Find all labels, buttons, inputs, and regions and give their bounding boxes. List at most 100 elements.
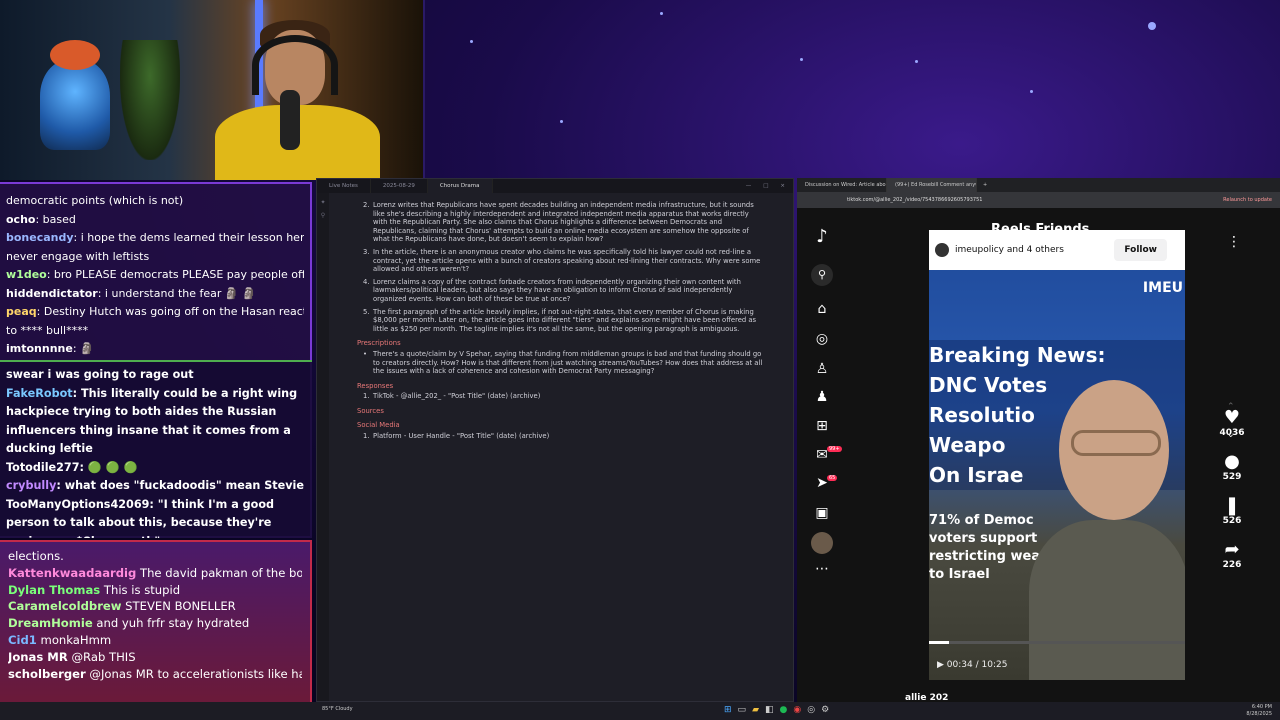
heading-social-media: Social Media: [357, 421, 400, 430]
streamer: [210, 20, 380, 180]
follow-button[interactable]: Follow: [1114, 239, 1167, 261]
system-clock[interactable]: 6:40 PM 8/28/2025: [1246, 704, 1272, 718]
browser-tab[interactable]: Discussion on Wired: Article abo: [797, 178, 887, 192]
tab-date[interactable]: 2025-08-29: [371, 179, 428, 193]
home-icon[interactable]: ⌂: [811, 298, 833, 320]
chat-username: imtonnnne: [6, 342, 73, 355]
note-item: Lorenz claims a copy of the contract for…: [357, 278, 763, 304]
webcam-feed: [0, 0, 425, 180]
chat-message: Totodile277: 🟢 🟢 🟢: [6, 459, 306, 478]
chat-message: hiddendictator: i understand the fear 🗿 …: [6, 285, 304, 304]
chat-text: : i understand the fear 🗿 🗿: [97, 286, 256, 300]
chat-message: to **** bull****: [6, 322, 304, 341]
note-item: There's a quote/claim by V Spehar, sayin…: [357, 350, 763, 376]
brand-logo: IMEU: [1142, 280, 1183, 296]
chat-text: : based: [35, 212, 76, 226]
chat-text: : Destiny Hutch was going off on the Has…: [36, 305, 304, 318]
address-bar[interactable]: tiktok.com/@allie_202_/video/75437866926…: [797, 192, 1280, 208]
tab-live-notes[interactable]: Live Notes: [317, 179, 371, 193]
spotify-icon[interactable]: ●: [780, 705, 788, 715]
link-icon[interactable]: ⚲: [317, 212, 329, 219]
chat-message: peaq: Destiny Hutch was going off on the…: [6, 303, 304, 322]
chat-message: ocho: based: [6, 211, 304, 230]
video-time: 00:34 / 10:25: [946, 660, 1008, 670]
relaunch-button[interactable]: Relaunch to update: [1223, 197, 1272, 203]
friends-icon[interactable]: ♟: [811, 386, 833, 408]
new-tab-icon[interactable]: +: [977, 182, 993, 188]
more-icon[interactable]: ⋯: [811, 558, 833, 580]
social-item: Platform - User Handle - "Post Title" (d…: [357, 432, 763, 441]
chat-text: and yuh frfr stay hydrated: [92, 616, 250, 631]
search-icon[interactable]: ⚲: [811, 264, 833, 286]
weather-widget[interactable]: 85°F Cloudy: [322, 706, 353, 712]
chat-message: Cid1 monkaHmm: [8, 632, 302, 649]
video-header: imeupolicy and 4 others Follow: [929, 230, 1185, 270]
chrome-icon[interactable]: ◉: [793, 705, 801, 715]
note-item: In the article, there is an anonymous cr…: [357, 248, 763, 274]
browser-tab-active[interactable]: (99+) Ed Rosebill Comment anyw: [887, 178, 977, 192]
prev-video-icon[interactable]: ⌃: [1227, 402, 1235, 412]
url-text[interactable]: tiktok.com/@allie_202_/video/75437866926…: [847, 197, 982, 203]
upload-icon[interactable]: ⊞: [811, 415, 833, 437]
share-icon: ➦: [1224, 539, 1240, 560]
taskbar-apps: ⊞ ▭ ▰ ◧ ● ◉ ◎ ⚙: [724, 705, 829, 715]
note-document[interactable]: Lorenz writes that Republicans have spen…: [357, 201, 763, 445]
chat-text: : i hope the dems learned their lesson h…: [73, 231, 304, 244]
profile-avatar[interactable]: [811, 532, 833, 554]
next-video-icon[interactable]: ⌄: [1227, 430, 1235, 440]
tiktok-sidebar: ♪ ⚲ ⌂ ◎ ♙ ♟ ⊞ ✉ 99+ ➤ 65 ▣ ⋯: [797, 208, 847, 702]
tab-chorus-drama[interactable]: Chorus Drama: [427, 179, 493, 193]
share-button[interactable]: ➦ 226: [1217, 539, 1247, 571]
taskbar: 85°F Cloudy ⊞ ▭ ▰ ◧ ● ◉ ◎ ⚙ 6:40 PM 8/28/…: [0, 702, 1280, 720]
taskview-icon[interactable]: ▭: [738, 705, 747, 715]
chat-text: elections.: [8, 549, 64, 563]
following-icon[interactable]: ♙: [811, 358, 833, 380]
chat-message: Caramelcoldbrew STEVEN BONELLER: [8, 598, 302, 615]
tiktok-logo-icon[interactable]: ♪: [811, 226, 833, 248]
minimize-icon[interactable]: —: [746, 183, 752, 189]
video-progress[interactable]: [929, 641, 1185, 644]
chat-text: : 🗿: [72, 342, 94, 355]
chat-username: Jonas MR: [8, 649, 68, 664]
video-person: [1029, 370, 1185, 680]
chat-message: imtonnnne: 🗿: [6, 340, 304, 359]
play-icon[interactable]: ▶: [937, 660, 944, 670]
store-icon[interactable]: ◧: [765, 705, 774, 715]
account-avatar[interactable]: [935, 243, 949, 257]
video-player[interactable]: imeupolicy and 4 others Follow IMEU Brea…: [929, 230, 1185, 680]
maximize-icon[interactable]: □: [763, 183, 768, 189]
explorer-icon[interactable]: ▰: [752, 705, 759, 715]
start-icon[interactable]: ⊞: [724, 705, 732, 715]
save-button[interactable]: ❚ 526: [1217, 495, 1247, 527]
chat-username: bonecandy: [6, 231, 74, 244]
heading-prescriptions: Prescriptions: [357, 339, 401, 348]
chat-panel-bottom: elections. Kattenkwaadaardig The david pa…: [0, 540, 312, 718]
heading-responses: Responses: [357, 381, 394, 390]
chat-message: scholberger @Jonas MR to accelerationist…: [8, 666, 302, 683]
live-icon[interactable]: ▣: [811, 502, 833, 524]
obs-icon[interactable]: ◎: [807, 705, 815, 715]
chat-message: w1deo: bro PLEASE democrats PLEASE pay p…: [6, 266, 304, 285]
chat-username: Caramelcoldbrew: [8, 599, 122, 614]
chat-text: never engage with leftists: [6, 249, 150, 263]
note-item: The first paragraph of the article heavi…: [357, 308, 763, 334]
toy-figure: [40, 40, 110, 150]
notes-sidebar: ✦ ⚲: [317, 193, 329, 701]
chat-message: TooManyOptions42069: "I think I'm a good…: [6, 496, 306, 539]
pin-icon[interactable]: ✦: [317, 199, 329, 206]
close-icon[interactable]: ×: [780, 183, 785, 189]
chat-username: scholberger: [8, 666, 86, 681]
chat-text: democratic points (which is not): [6, 194, 184, 207]
chat-username: DreamHomie: [8, 616, 93, 631]
more-options-icon[interactable]: ⋮: [1227, 234, 1241, 250]
chat-message: bonecandy: i hope the dems learned their…: [6, 229, 304, 248]
chat-text: STEVEN BONELLER: [121, 599, 236, 614]
explore-icon[interactable]: ◎: [811, 328, 833, 350]
bookmark-icon: ❚: [1224, 495, 1240, 516]
account-names[interactable]: imeupolicy and 4 others: [955, 245, 1064, 255]
chat-username: FakeRobot: [6, 386, 73, 400]
comment-button[interactable]: ● 529: [1217, 452, 1247, 483]
chat-username: w1deo: [6, 268, 47, 281]
settings-icon[interactable]: ⚙: [821, 705, 829, 715]
chat-text: : bro PLEASE democrats PLEASE pay people…: [46, 268, 304, 281]
